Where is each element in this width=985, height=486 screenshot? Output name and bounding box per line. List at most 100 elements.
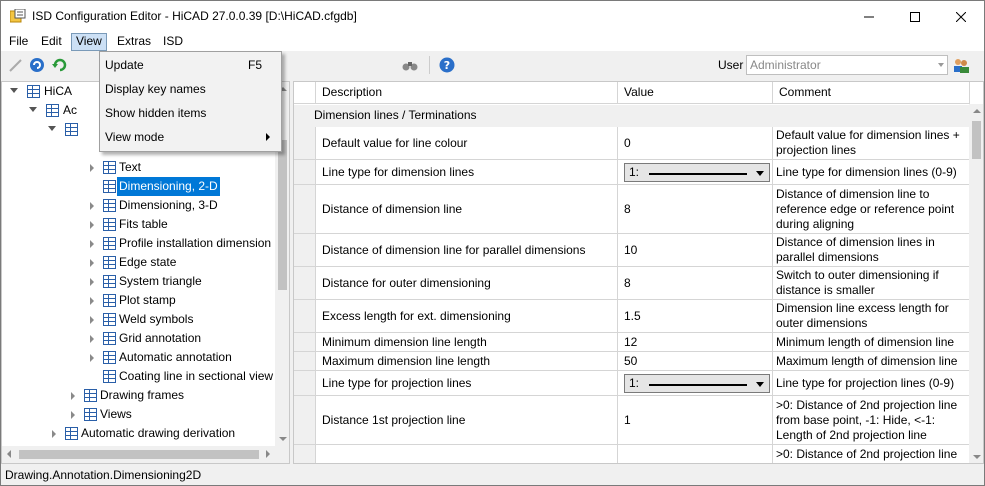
binoculars-icon[interactable] [402,57,418,73]
expand-icon[interactable] [90,202,94,210]
table-row[interactable]: Distance of dimension line 8 Distance of… [294,185,970,234]
row-comment: Distance of dimension lines in parallel … [773,234,970,266]
menu-item-view-mode[interactable]: View mode [100,126,281,148]
expand-icon[interactable] [90,240,94,248]
row-value[interactable]: 1: [618,371,773,395]
row-comment: Minimum length of dimension line [773,333,970,351]
collapse-icon[interactable] [48,126,56,131]
table-row[interactable]: Distance of dimension line for parallel … [294,234,970,267]
user-select[interactable]: Administrator [746,55,948,75]
row-value[interactable]: 1 [618,396,773,444]
scroll-left-icon[interactable] [7,450,11,458]
expand-icon[interactable] [52,430,56,438]
row-description: Line type for dimension lines [316,160,618,184]
row-value[interactable]: 12 [618,333,773,351]
submenu-arrow-icon [266,133,270,141]
tree-item-label: Plot stamp [119,293,176,307]
expand-icon[interactable] [90,297,94,305]
app-icon [10,9,26,23]
tree-horizontal-scrollbar[interactable] [2,446,289,463]
table-row[interactable]: Excess length for ext. dimensioning 1.5 … [294,300,970,333]
menu-item-label: Update [105,58,144,72]
grid-vertical-scrollbar[interactable] [969,104,983,463]
menu-extras[interactable]: Extras [113,33,155,51]
row-value[interactable]: 10 [618,234,773,266]
menu-file[interactable]: File [5,33,32,51]
menu-isd[interactable]: ISD [159,33,187,51]
refresh-icon[interactable] [52,57,68,73]
close-button[interactable] [938,1,984,32]
help-icon[interactable]: ? [439,57,455,73]
tree-item-label: Text [119,160,142,174]
collapse-icon[interactable] [10,88,18,93]
close-icon [956,11,966,22]
row-comment: Dimension line excess length for outer d… [773,300,970,332]
column-header-value[interactable]: Value [618,82,773,104]
expand-icon[interactable] [90,354,94,362]
expand-icon[interactable] [90,221,94,229]
table-icon [103,180,116,193]
scroll-right-icon[interactable] [266,450,270,458]
collapse-icon[interactable] [29,107,37,112]
expand-icon[interactable] [71,392,75,400]
row-value[interactable]: 1: [618,160,773,184]
scroll-down-icon[interactable] [973,455,981,459]
menu-edit[interactable]: Edit [37,33,66,51]
table-row[interactable]: Minimum dimension line length 12 Minimum… [294,333,970,352]
toolbar-separator [429,56,430,74]
tree-hscroll-thumb[interactable] [19,450,259,459]
table-row[interactable]: Line type for projection lines 1: Line t… [294,371,970,396]
tree-item-label: Grid annotation [119,331,202,345]
menu-item-show-hidden-items[interactable]: Show hidden items [100,102,281,124]
line-type-select[interactable]: 1: [624,162,770,182]
row-description: Minimum dimension line length [316,333,618,351]
table-row[interactable]: Maximum dimension line length 50 Maximum… [294,352,970,371]
table-row[interactable]: Default value for line colour 0 Default … [294,127,970,160]
maximize-button[interactable] [892,1,938,32]
grid-scroll-thumb[interactable] [972,121,981,159]
expand-icon[interactable] [90,278,94,286]
row-comment: >0: Distance of 2nd projection line [773,445,970,463]
undo-icon[interactable] [29,57,45,73]
scroll-down-icon[interactable] [279,437,287,441]
menu-item-label: Show hidden items [105,106,207,120]
table-icon [84,389,97,402]
scroll-up-icon[interactable] [973,109,981,113]
expand-icon[interactable] [90,316,94,324]
user-select-value: Administrator [750,58,821,72]
column-header-description[interactable]: Description [316,82,618,104]
row-value[interactable]: 1.5 [618,300,773,332]
menu-item-display-key-names[interactable]: Display key names [100,78,281,100]
minimize-button[interactable] [846,1,892,32]
row-comment: Switch to outer dimensioning if distance… [773,267,970,299]
row-value[interactable]: 50 [618,352,773,370]
pencil-icon[interactable] [8,57,24,73]
tree-scroll-thumb[interactable] [278,140,287,290]
table-row[interactable]: >0: Distance of 2nd projection line [294,445,970,463]
menu-view[interactable]: View [71,33,107,51]
row-description: Distance of dimension line [316,185,618,233]
column-header-comment[interactable]: Comment [773,82,970,104]
row-value[interactable] [618,445,773,463]
row-value[interactable]: 0 [618,127,773,159]
row-description: Excess length for ext. dimensioning [316,300,618,332]
table-row[interactable]: Distance 1st projection line 1 >0: Dista… [294,396,970,445]
menu-item-update[interactable]: Update F5 [100,54,281,76]
table-row[interactable]: Distance for outer dimensioning 8 Switch… [294,267,970,300]
line-sample [649,383,747,386]
table-icon [65,427,78,440]
table-icon [103,313,116,326]
grid-header: Description Value Comment [294,82,970,104]
table-row[interactable]: Line type for dimension lines 1: Line ty… [294,160,970,185]
menu-item-shortcut: F5 [248,58,263,72]
expand-icon[interactable] [71,411,75,419]
expand-icon[interactable] [90,259,94,267]
users-icon[interactable] [952,57,970,73]
line-type-select[interactable]: 1: [624,373,770,393]
line-type-value: 1: [629,164,640,179]
row-value[interactable]: 8 [618,267,773,299]
row-value[interactable]: 8 [618,185,773,233]
expand-icon[interactable] [90,164,94,172]
menu-item-label: Display key names [105,82,206,96]
expand-icon[interactable] [90,335,94,343]
